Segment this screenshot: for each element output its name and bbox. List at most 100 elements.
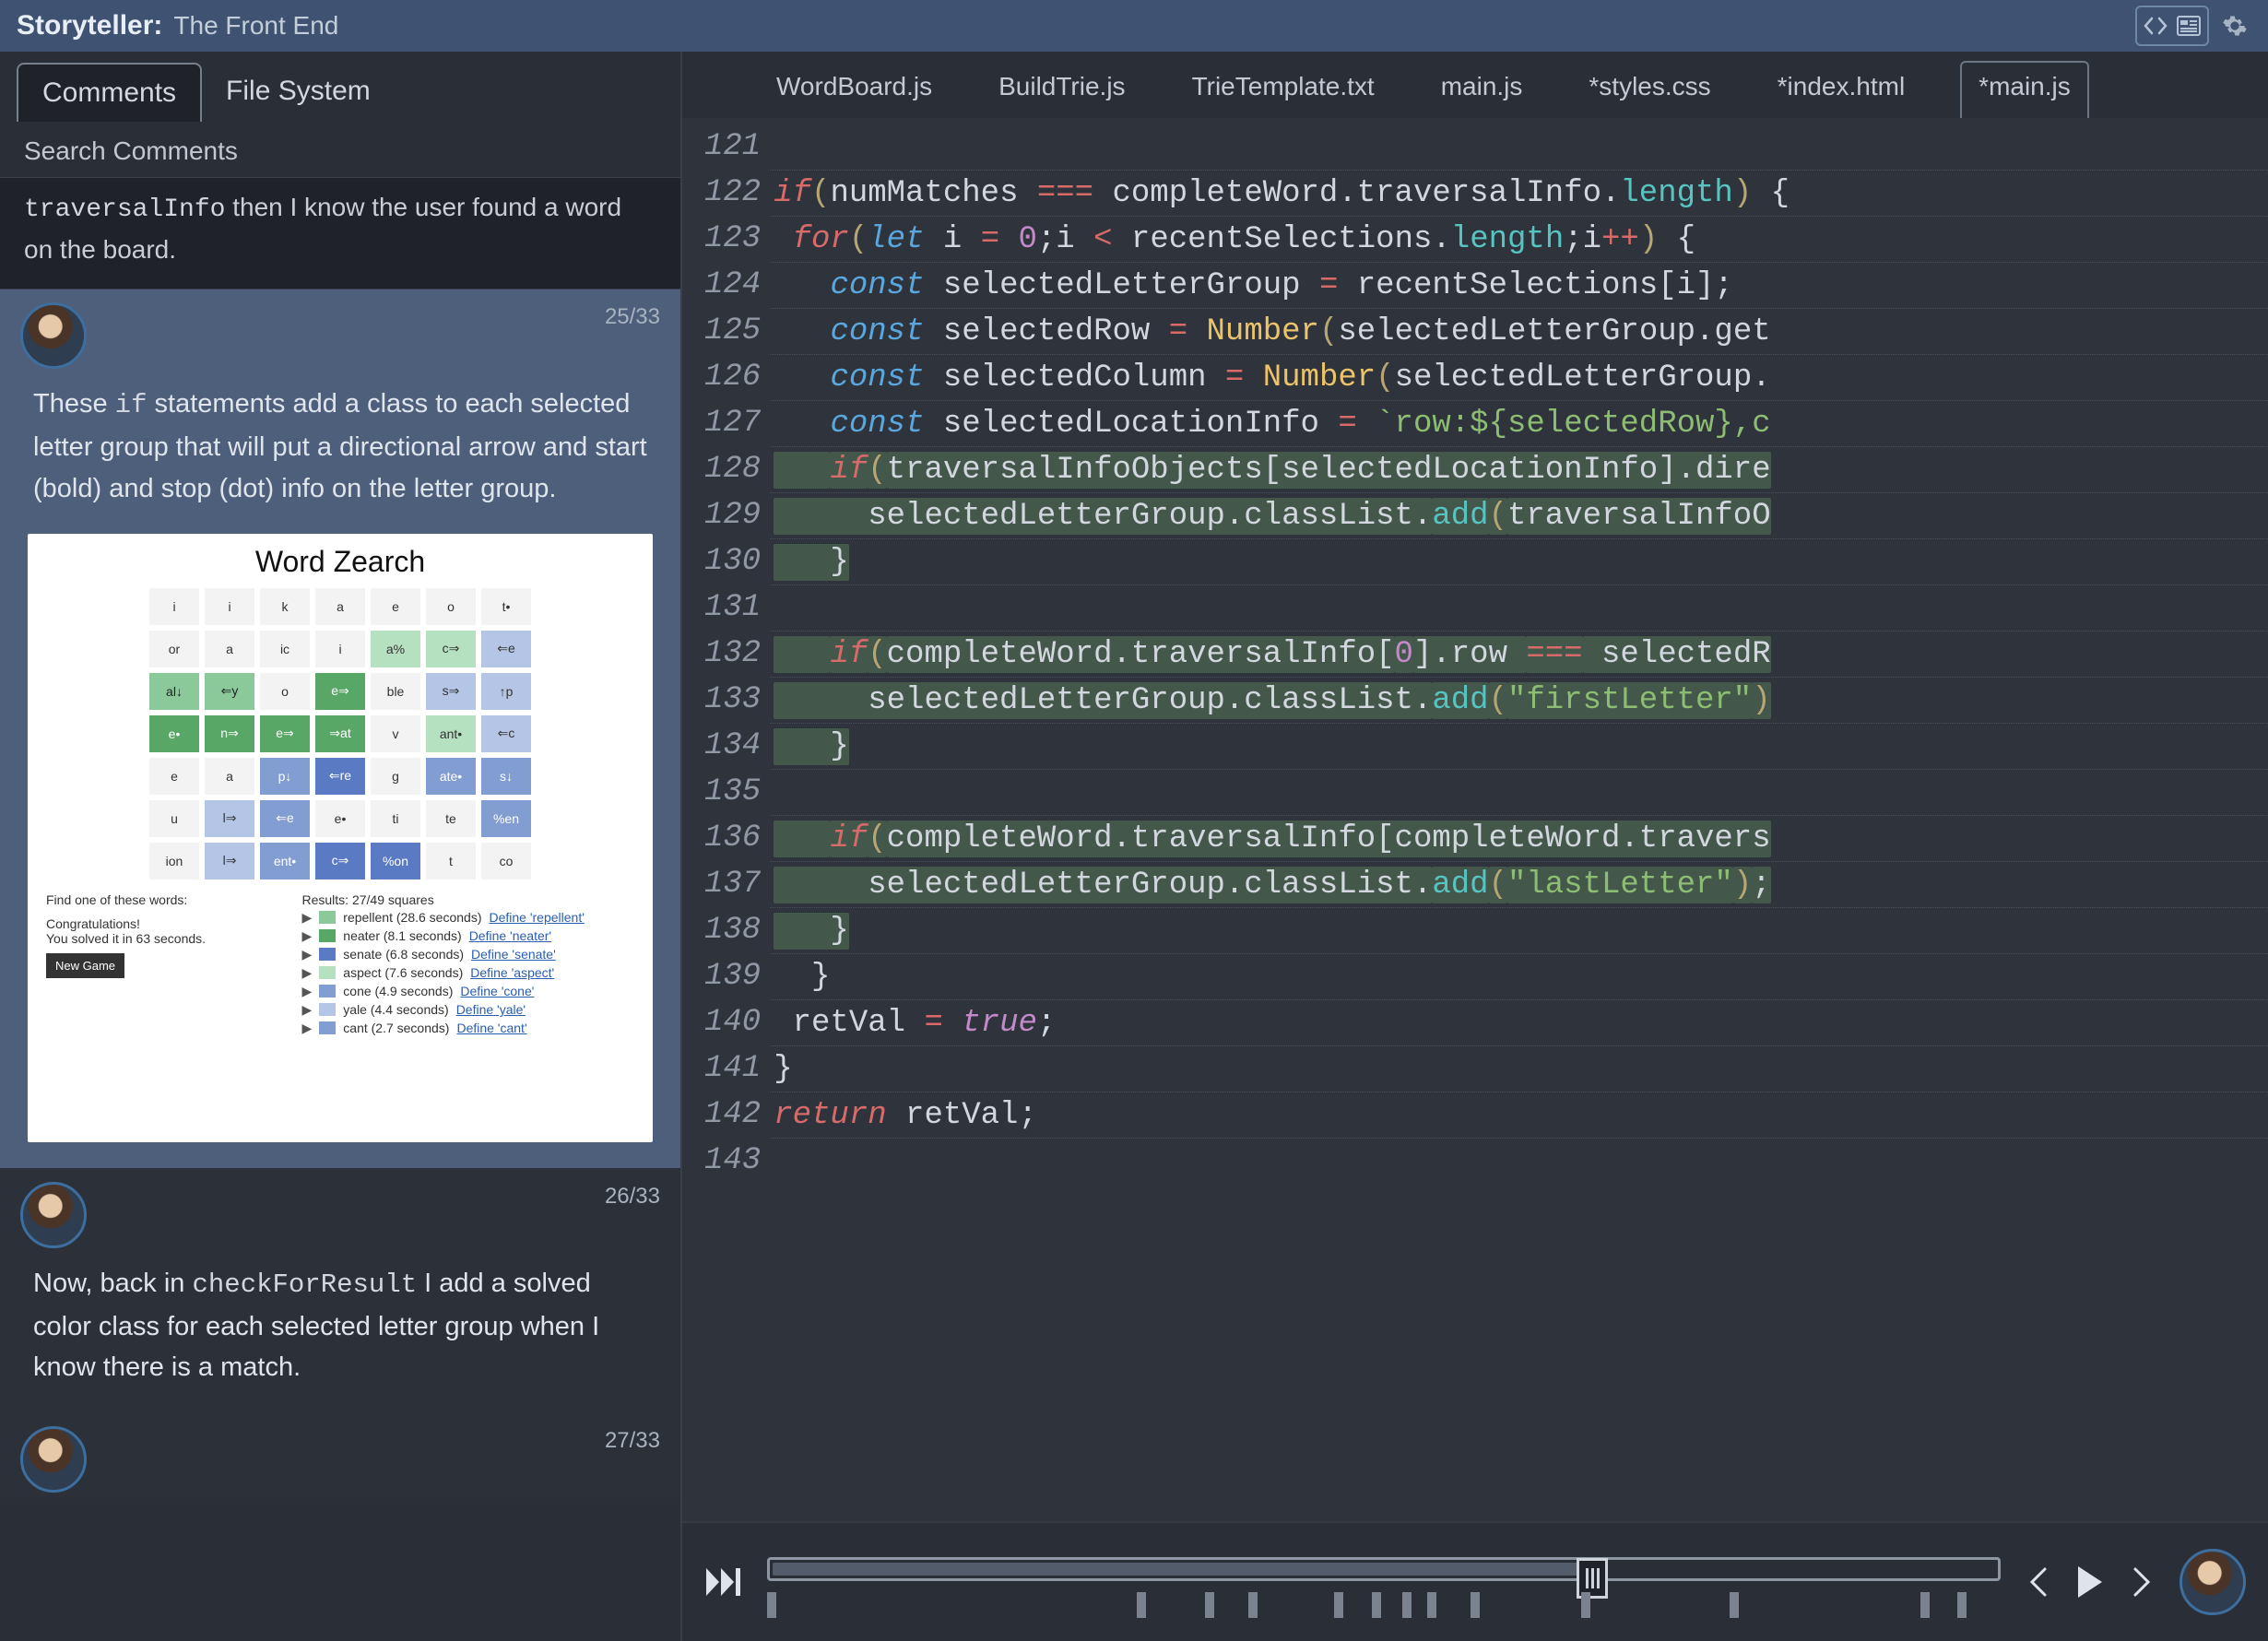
tab-comments[interactable]: Comments — [17, 63, 202, 122]
code-line[interactable] — [770, 124, 2268, 170]
playback-bar — [682, 1521, 2268, 1641]
playback-marker[interactable] — [1248, 1592, 1258, 1618]
wordzearch-grid: iikaeot•oraicia%c⇒⇐eal↓⇐yoe⇒bles⇒↑pe•n⇒e… — [46, 588, 634, 880]
wz-result-row: ▶yale (4.4 seconds) Define 'yale' — [302, 1002, 635, 1018]
playback-marker[interactable] — [1581, 1592, 1590, 1618]
comment-card[interactable]: 27/33 — [0, 1413, 680, 1499]
code-line[interactable]: } — [770, 907, 2268, 953]
playback-marker[interactable] — [1137, 1592, 1146, 1618]
playback-marker[interactable] — [1957, 1592, 1967, 1618]
code-line[interactable]: selectedLetterGroup.classList.add("first… — [770, 677, 2268, 723]
code-line[interactable]: if(traversalInfoObjects[selectedLocation… — [770, 446, 2268, 492]
code-view-icon[interactable] — [2139, 9, 2172, 42]
code-line[interactable]: for(let i = 0;i < recentSelections.lengt… — [770, 216, 2268, 262]
code-line[interactable]: const selectedRow = Number(selectedLette… — [770, 308, 2268, 354]
line-number: 140 — [704, 999, 761, 1045]
code-line[interactable]: return retVal; — [770, 1092, 2268, 1138]
wz-cell: a — [205, 631, 254, 667]
wz-cell: p↓ — [260, 758, 310, 795]
avatar — [20, 1426, 87, 1493]
file-tab[interactable]: *styles.css — [1577, 61, 1721, 118]
code-line[interactable]: if(completeWord.traversalInfo[0].row ===… — [770, 631, 2268, 677]
line-number: 121 — [704, 124, 761, 170]
line-number: 126 — [704, 354, 761, 400]
file-tabs: WordBoard.js BuildTrie.js TrieTemplate.txt… — [682, 52, 2268, 118]
tab-filesystem[interactable]: File System — [202, 63, 395, 122]
code-line[interactable]: if(numMatches === completeWord.traversal… — [770, 170, 2268, 216]
file-tab[interactable]: TrieTemplate.txt — [1181, 61, 1386, 118]
comment-text: These — [33, 389, 115, 419]
code-line[interactable] — [770, 769, 2268, 815]
code-line[interactable]: retVal = true; — [770, 999, 2268, 1045]
comments-list[interactable]: traversalInfo then I know the user found… — [0, 178, 680, 1641]
playback-marker[interactable] — [1427, 1592, 1436, 1618]
code-line[interactable]: selectedLetterGroup.classList.add("lastL… — [770, 861, 2268, 907]
wz-cell: e• — [315, 800, 365, 837]
comment-card[interactable]: 26/33 Now, back in checkForResult I add … — [0, 1169, 680, 1414]
playback-marker[interactable] — [1471, 1592, 1480, 1618]
code-line[interactable]: const selectedLocationInfo = `row:${sele… — [770, 400, 2268, 446]
settings-icon[interactable] — [2218, 9, 2251, 42]
code-line[interactable]: } — [770, 953, 2268, 999]
code-line[interactable] — [770, 584, 2268, 631]
code-area[interactable]: if(numMatches === completeWord.traversal… — [770, 118, 2268, 1521]
code-line[interactable]: const selectedLetterGroup = recentSelect… — [770, 262, 2268, 308]
code-line[interactable] — [770, 1138, 2268, 1184]
wz-cell: v — [371, 715, 420, 752]
playback-marker[interactable] — [1402, 1592, 1412, 1618]
wz-cell: te — [426, 800, 476, 837]
file-tab[interactable]: *index.html — [1766, 61, 1917, 118]
wz-cell: l⇒ — [205, 800, 254, 837]
playback-marker[interactable] — [1205, 1592, 1214, 1618]
code-editor[interactable]: 1211221231241251261271281291301311321331… — [682, 118, 2268, 1521]
app-header: Storyteller: The Front End — [0, 0, 2268, 52]
next-button[interactable] — [2132, 1565, 2154, 1599]
code-line[interactable]: if(completeWord.traversalInfo[completeWo… — [770, 815, 2268, 861]
code-line[interactable]: } — [770, 723, 2268, 769]
playback-marker[interactable] — [1730, 1592, 1739, 1618]
avatar — [20, 1182, 87, 1248]
playback-marker[interactable] — [767, 1592, 776, 1618]
play-button[interactable] — [2074, 1564, 2106, 1600]
line-number: 132 — [704, 631, 761, 677]
playback-marker[interactable] — [1920, 1592, 1930, 1618]
line-number: 135 — [704, 769, 761, 815]
line-number: 129 — [704, 492, 761, 538]
comment-header: 25/33 — [0, 289, 680, 374]
file-tab[interactable]: BuildTrie.js — [987, 61, 1136, 118]
skip-forward-button[interactable] — [704, 1566, 741, 1598]
view-mode-toggle[interactable] — [2135, 6, 2209, 46]
playback-track[interactable] — [767, 1541, 2001, 1623]
wz-cell: e⇒ — [260, 715, 310, 752]
search-comments-link[interactable]: Search Comments — [0, 122, 680, 178]
playback-marker[interactable] — [1334, 1592, 1343, 1618]
right-panel: WordBoard.js BuildTrie.js TrieTemplate.txt… — [682, 52, 2268, 1641]
file-tab[interactable]: main.js — [1430, 61, 1534, 118]
wz-newgame-button[interactable]: New Game — [46, 953, 124, 978]
code-line[interactable]: selectedLetterGroup.classList.add(traver… — [770, 492, 2268, 538]
prev-button[interactable] — [2026, 1565, 2049, 1599]
wz-congrats: Congratulations! — [46, 916, 284, 931]
code-line[interactable]: } — [770, 538, 2268, 584]
line-gutter: 1211221231241251261271281291301311321331… — [682, 118, 770, 1521]
wz-cell: ⇐e — [260, 800, 310, 837]
wordzearch-footer: Find one of these words: Congratulations… — [46, 892, 634, 1039]
author-avatar[interactable] — [2179, 1549, 2246, 1615]
wz-cell: s↓ — [481, 758, 531, 795]
wz-cell: ic — [260, 631, 310, 667]
file-tab[interactable]: WordBoard.js — [765, 61, 943, 118]
code-line[interactable]: const selectedColumn = Number(selectedLe… — [770, 354, 2268, 400]
comment-attachment-image[interactable]: Word Zearch iikaeot•oraicia%c⇒⇐eal↓⇐yoe⇒… — [28, 534, 653, 1142]
wz-cell: s⇒ — [426, 673, 476, 710]
wz-cell: l⇒ — [205, 843, 254, 880]
wz-cell: n⇒ — [205, 715, 254, 752]
panel-tabs: Comments File System — [0, 52, 680, 122]
blog-view-icon[interactable] — [2172, 9, 2205, 42]
comment-card-active[interactable]: 25/33 These if statements add a class to… — [0, 289, 680, 1169]
playback-marker[interactable] — [1372, 1592, 1381, 1618]
comment-body: Now, back in checkForResult I add a solv… — [0, 1254, 680, 1413]
comment-fragment: traversalInfo then I know the user found… — [0, 178, 680, 289]
code-line[interactable]: } — [770, 1045, 2268, 1092]
file-tab[interactable]: *main.js — [1960, 61, 2089, 118]
wz-solvedin: You solved it in 63 seconds. — [46, 931, 284, 946]
